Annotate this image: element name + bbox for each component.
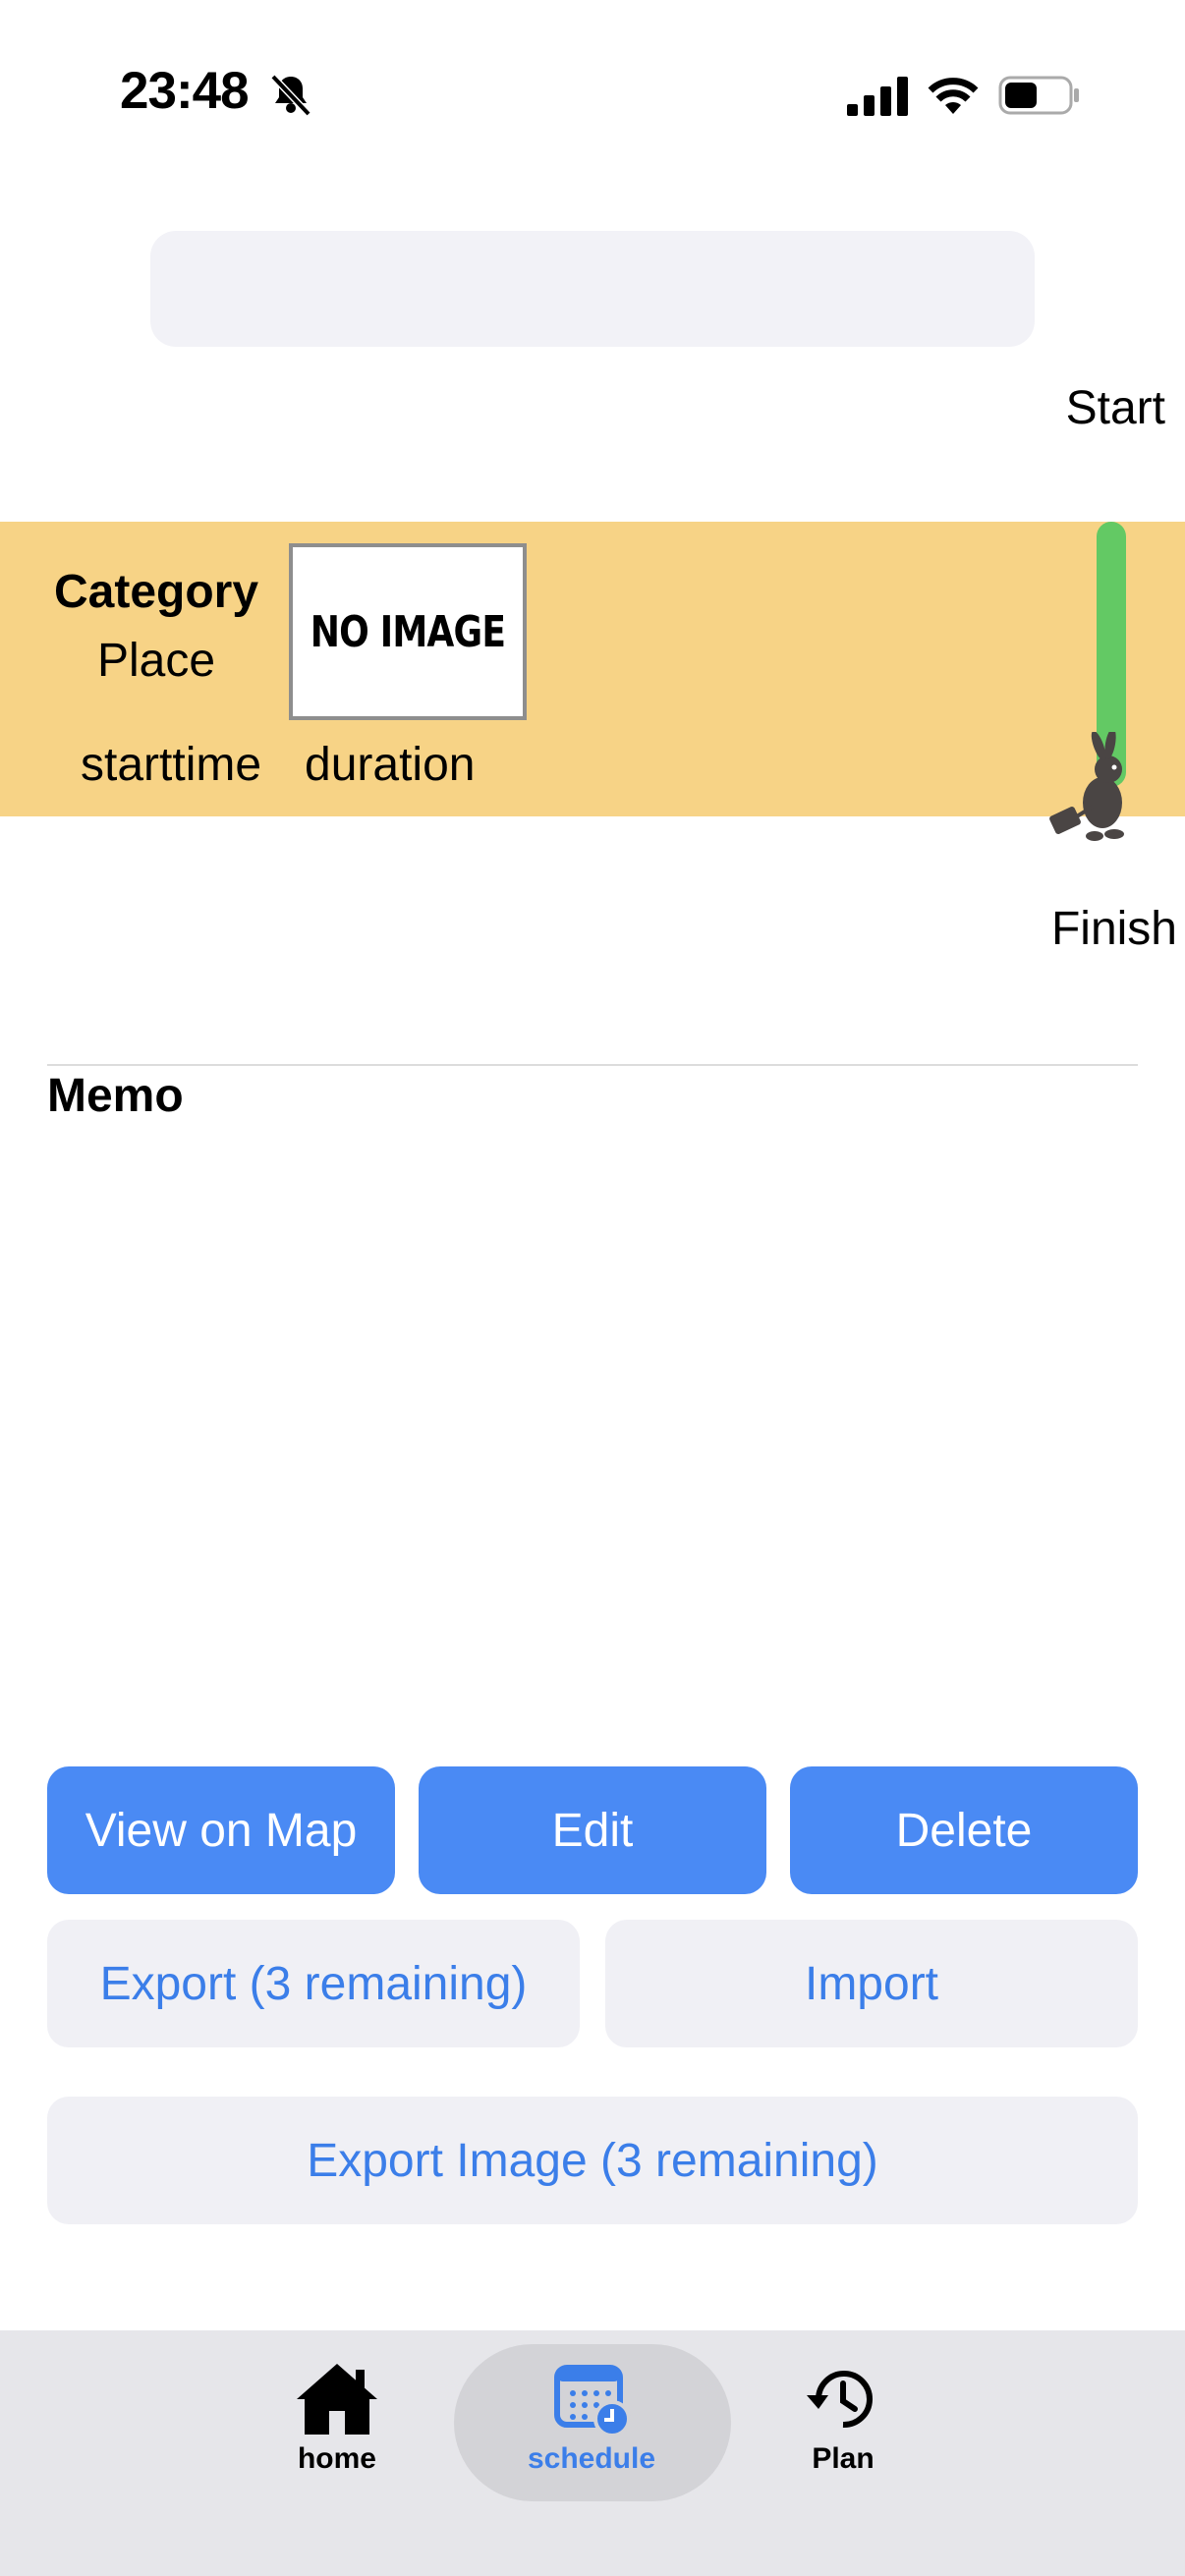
tab-home[interactable]: home [239,2360,435,2476]
start-label: Start [1065,382,1165,434]
import-button[interactable]: Import [605,1920,1138,2047]
event-category: Category [53,566,259,618]
tab-plan[interactable]: Plan [745,2360,941,2476]
wifi-icon [928,78,979,114]
rabbit-runner-icon [1049,732,1124,841]
export-image-button[interactable]: Export Image (3 remaining) [47,2097,1138,2224]
tab-bar: home schedule Plan [0,2330,1185,2576]
event-starttime: starttime [81,739,262,791]
view-on-map-button[interactable]: View on Map [47,1766,395,1894]
tab-schedule-label: schedule [527,2442,656,2475]
event-place: Place [96,635,216,687]
finish-label: Finish [1050,903,1177,955]
export-button[interactable]: Export (3 remaining) [47,1920,580,2047]
divider [47,1064,1138,1066]
event-image-placeholder: NO IMAGE [289,543,527,720]
event-duration: duration [305,739,476,791]
search-field[interactable] [150,231,1035,347]
tab-plan-label: Plan [812,2442,875,2475]
calendar-clock-icon [554,2365,631,2437]
tab-schedule[interactable]: schedule [493,2360,690,2476]
schedule-event-card[interactable]: Category Place NO IMAGE starttime durati… [0,522,1185,816]
cellular-signal-icon [847,77,908,116]
battery-icon [998,76,1079,115]
status-time: 23:48 [120,62,250,120]
no-image-text: NO IMAGE [310,606,506,657]
house-icon [297,2364,377,2435]
bell-slash-icon [270,74,311,117]
memo-heading: Memo [47,1070,184,1122]
edit-button[interactable]: Edit [419,1766,766,1894]
delete-button[interactable]: Delete [790,1766,1138,1894]
history-clock-icon [807,2371,873,2429]
tab-home-label: home [297,2442,376,2475]
